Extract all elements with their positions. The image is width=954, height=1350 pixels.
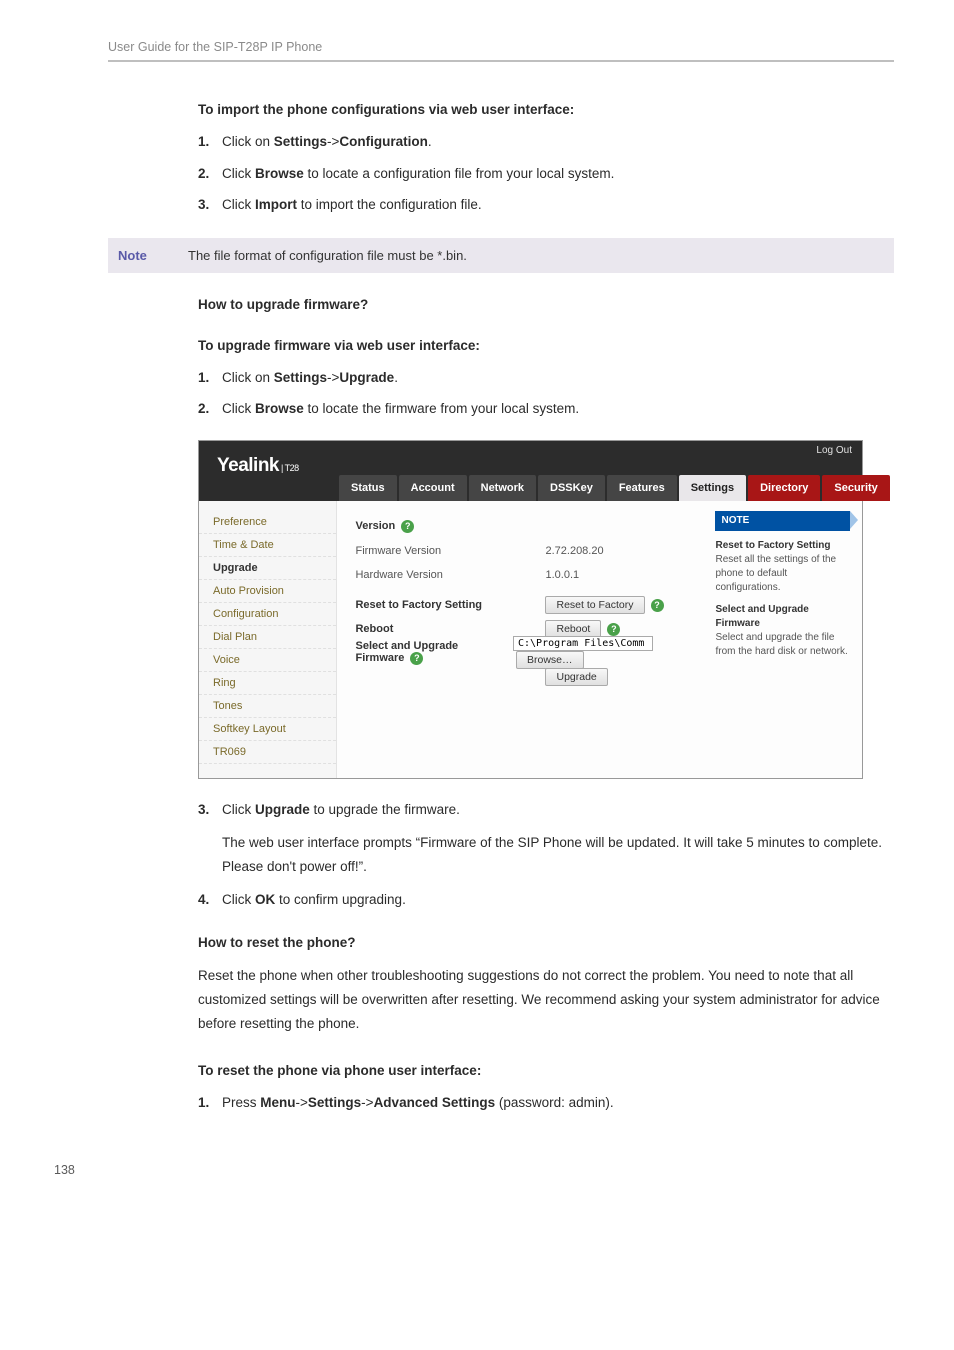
reboot-label: Reboot [355,623,535,635]
sidebar: Preference Time & Date Upgrade Auto Prov… [199,501,337,778]
web-ui-screenshot: Yealink| T28 Log Out Status Account Netw… [198,440,863,779]
note-label: Note [118,248,188,263]
list-item: 1.Press Menu->Settings->Advanced Setting… [198,1092,894,1114]
list-item: 2.Click Browse to locate the firmware fr… [198,398,894,420]
reset-paragraph: Reset the phone when other troubleshooti… [198,964,894,1037]
note-reset-title: Reset to Factory Setting [715,539,850,553]
sidebar-item-configuration[interactable]: Configuration [199,603,336,626]
sidebar-item-tr069[interactable]: TR069 [199,741,336,764]
firmware-version-label: Firmware Version [355,545,535,557]
list-item: 3.Click Upgrade to upgrade the firmware. [198,799,894,821]
main-panel: Version? Firmware Version 2.72.208.20 Har… [337,501,703,778]
note-upgrade-text: Select and upgrade the file from the har… [715,631,850,659]
firmware-file-input[interactable] [513,636,653,651]
reboot-button[interactable]: Reboot [545,620,601,638]
step-num: 3. [198,799,222,821]
tab-directory[interactable]: Directory [748,475,820,501]
tab-settings[interactable]: Settings [679,475,746,501]
tab-security[interactable]: Security [822,475,889,501]
step-num: 2. [198,398,222,420]
step-num: 3. [198,194,222,216]
sidebar-item-tones[interactable]: Tones [199,695,336,718]
sidebar-item-preference[interactable]: Preference [199,511,336,534]
help-icon[interactable]: ? [607,623,620,636]
list-item: 3.Click Import to import the configurati… [198,194,894,216]
firmware-version-value: 2.72.208.20 [545,545,603,557]
note-text: The file format of configuration file mu… [188,248,467,263]
note-box: Note The file format of configuration fi… [108,238,894,273]
brand-logo: Yealink| T28 [217,455,299,477]
step-num: 1. [198,367,222,389]
logout-link[interactable]: Log Out [816,445,852,456]
tab-account[interactable]: Account [399,475,467,501]
tab-network[interactable]: Network [469,475,536,501]
sidebar-item-dialplan[interactable]: Dial Plan [199,626,336,649]
list-item: 1.Click on Settings->Upgrade. [198,367,894,389]
hardware-version-label: Hardware Version [355,569,535,581]
note-reset-text: Reset all the settings of the phone to d… [715,553,850,595]
tab-status[interactable]: Status [339,475,397,501]
note-panel: NOTE Reset to Factory Setting Reset all … [703,501,862,778]
sidebar-item-voice[interactable]: Voice [199,649,336,672]
sidebar-item-upgrade[interactable]: Upgrade [199,557,336,580]
page-number: 138 [54,1163,894,1177]
reset-to-factory-button[interactable]: Reset to Factory [545,596,644,614]
version-label: Version? [355,520,535,533]
help-icon[interactable]: ? [651,599,664,612]
note-upgrade-title: Select and Upgrade Firmware [715,603,850,631]
hardware-version-value: 1.0.0.1 [545,569,579,581]
tab-features[interactable]: Features [607,475,677,501]
steps5: 1.Press Menu->Settings->Advanced Setting… [198,1092,894,1114]
upgrade-button[interactable]: Upgrade [545,668,607,686]
sidebar-item-ring[interactable]: Ring [199,672,336,695]
help-icon[interactable]: ? [410,652,423,665]
list-item: 2.Click Browse to locate a configuration… [198,163,894,185]
page-header: User Guide for the SIP-T28P IP Phone [108,40,894,62]
section3-title: To reset the phone via phone user interf… [198,1063,894,1078]
question-reset: How to reset the phone? [198,935,894,950]
reset-label: Reset to Factory Setting [355,599,535,611]
step3-extra-text: The web user interface prompts “Firmware… [222,831,894,880]
step-num: 4. [198,889,222,911]
sidebar-item-autoprovision[interactable]: Auto Provision [199,580,336,603]
step-num: 2. [198,163,222,185]
section2-title: To upgrade firmware via web user interfa… [198,338,894,353]
question-upgrade: How to upgrade firmware? [198,297,894,312]
tab-dsskey[interactable]: DSSKey [538,475,605,501]
steps2: 1.Click on Settings->Upgrade. 2.Click Br… [198,367,894,420]
upgrade-fw-label: Select and Upgrade Firmware? [355,640,503,665]
step-num: 1. [198,131,222,153]
steps3: 3.Click Upgrade to upgrade the firmware. [198,799,894,821]
list-item: 1.Click on Settings->Configuration. [198,131,894,153]
steps4: 4.Click OK to confirm upgrading. [198,889,894,911]
browse-button[interactable]: Browse… [516,651,584,669]
section1-title: To import the phone configurations via w… [198,102,894,117]
sidebar-item-timedate[interactable]: Time & Date [199,534,336,557]
steps1: 1.Click on Settings->Configuration. 2.Cl… [198,131,894,216]
list-item: 4.Click OK to confirm upgrading. [198,889,894,911]
step-num: 1. [198,1092,222,1114]
sidebar-item-softkeylayout[interactable]: Softkey Layout [199,718,336,741]
note-panel-header: NOTE [715,511,850,531]
help-icon[interactable]: ? [401,520,414,533]
